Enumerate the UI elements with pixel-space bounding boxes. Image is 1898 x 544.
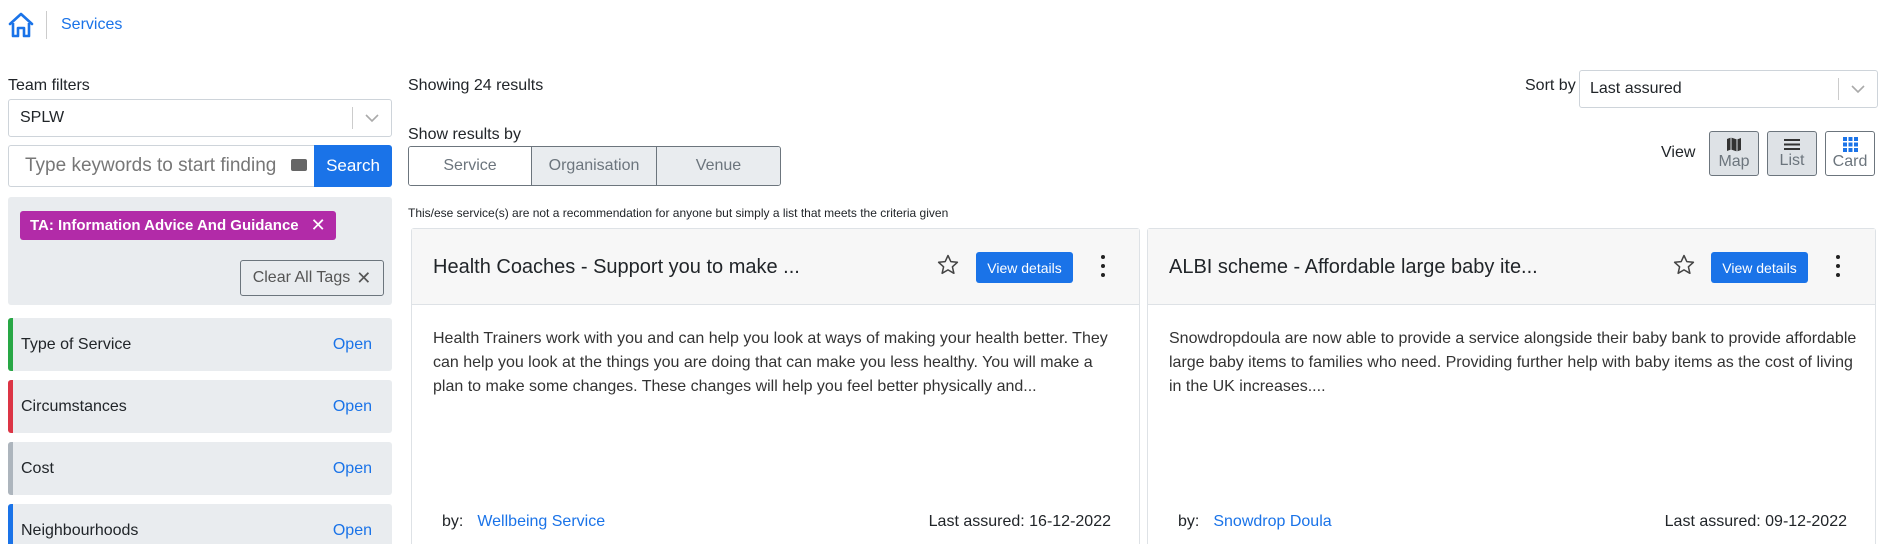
filter-group-name: Neighbourhoods [21,521,139,539]
view-list-button[interactable]: List [1767,131,1817,176]
results-count: Showing 24 results [408,77,544,94]
team-filter-value: SPLW [20,109,65,126]
search-input[interactable] [8,145,314,187]
clear-all-tags-label: Clear All Tags [252,269,351,286]
card-title[interactable]: ALBI scheme - Affordable large baby ite.… [1169,256,1569,279]
grid-icon [1842,136,1858,152]
star-icon[interactable] [1672,253,1696,277]
view-map-label: Map [1718,152,1750,170]
map-icon [1727,137,1741,151]
card-header: ALBI scheme - Affordable large baby ite.… [1148,229,1875,305]
show-results-by-toggle: Service Organisation Venue [408,146,781,186]
organisation-link[interactable]: Wellbeing Service [477,513,928,531]
filter-color-bar [8,442,13,495]
active-tag: TA: Information Advice And Guidance ✕ [20,211,336,240]
chevron-down-icon[interactable] [1839,84,1877,94]
show-by-venue[interactable]: Venue [657,147,780,185]
view-list-label: List [1779,151,1805,169]
keyword-search: Search [8,145,392,187]
list-icon [1784,138,1800,150]
filter-group-name: Cost [21,459,54,477]
more-options-icon[interactable] [1099,255,1107,277]
show-by-organisation[interactable]: Organisation [532,147,657,185]
filter-open-link[interactable]: Open [333,522,372,540]
view-map-button[interactable]: Map [1709,131,1759,176]
view-details-button[interactable]: View details [976,252,1073,283]
card-footer: by: Wellbeing Service Last assured: 16-1… [442,513,1111,531]
breadcrumb-separator [46,11,47,39]
service-card: Health Coaches - Support you to make ...… [411,228,1140,544]
close-icon: ✕ [356,267,372,288]
card-header: Health Coaches - Support you to make ...… [412,229,1139,305]
view-label: View [1661,144,1696,161]
home-icon[interactable] [6,10,36,40]
filter-group-cost[interactable]: Cost Open [8,442,392,495]
organisation-link[interactable]: Snowdrop Doula [1213,513,1664,531]
sort-by-label: Sort by [1525,77,1576,94]
filter-open-link[interactable]: Open [333,460,372,478]
chevron-down-icon[interactable] [353,113,391,123]
filter-open-link[interactable]: Open [333,398,372,416]
last-assured-date: Last assured: 16-12-2022 [928,513,1111,530]
by-label: by: [442,513,464,530]
active-tags-panel: TA: Information Advice And Guidance ✕ Cl… [8,197,392,305]
breadcrumb-services-link[interactable]: Services [61,16,122,34]
card-description: Snowdropdoula are now able to provide a … [1169,330,1857,395]
by-label: by: [1178,513,1200,530]
sort-select[interactable]: Last assured [1579,70,1878,108]
filter-group-type-of-service[interactable]: Type of Service Open [8,318,392,371]
filter-group-circumstances[interactable]: Circumstances Open [8,380,392,433]
card-footer: by: Snowdrop Doula Last assured: 09-12-2… [1178,513,1847,531]
star-icon[interactable] [936,253,960,277]
filter-group-name: Type of Service [21,335,132,353]
last-assured-date: Last assured: 09-12-2022 [1664,513,1847,530]
sort-value: Last assured [1590,80,1682,97]
clear-all-tags-button[interactable]: Clear All Tags ✕ [240,260,384,296]
more-options-icon[interactable] [1834,255,1842,277]
filter-color-bar [8,380,13,433]
service-card: ALBI scheme - Affordable large baby ite.… [1147,228,1876,544]
keyboard-icon [291,159,307,171]
remove-tag-icon[interactable]: ✕ [311,215,326,236]
team-filter-select[interactable]: SPLW [8,99,392,137]
show-by-service[interactable]: Service [409,147,532,185]
view-details-button[interactable]: View details [1711,252,1808,283]
breadcrumb: Services [6,10,122,40]
view-card-button[interactable]: Card [1825,131,1875,176]
filter-group-name: Circumstances [21,397,127,415]
team-filters-label: Team filters [8,77,90,94]
filter-color-bar [8,504,13,544]
active-tag-label: TA: Information Advice And Guidance [30,217,299,234]
search-button[interactable]: Search [314,145,392,187]
filter-open-link[interactable]: Open [333,336,372,354]
card-title[interactable]: Health Coaches - Support you to make ... [433,256,833,279]
show-results-by-label: Show results by [408,126,521,143]
filter-color-bar [8,318,13,371]
view-card-label: Card [1832,152,1868,170]
card-description: Health Trainers work with you and can he… [433,330,1108,395]
filter-group-neighbourhoods[interactable]: Neighbourhoods Open [8,504,392,544]
disclaimer-text: This/ese service(s) are not a recommenda… [408,206,949,220]
